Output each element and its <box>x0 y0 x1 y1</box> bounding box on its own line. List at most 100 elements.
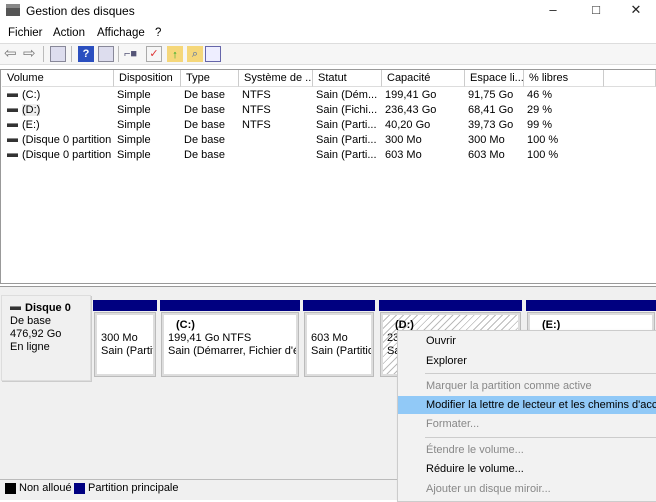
table-cell: Sain (Parti... <box>316 134 377 146</box>
table-cell: De base <box>184 119 225 131</box>
toolbar-separator <box>118 46 119 62</box>
table-cell: Simple <box>117 134 151 146</box>
volume-name: (Disque 0 partition... <box>22 149 111 161</box>
table-cell: Simple <box>117 149 151 161</box>
context-menu-item[interactable]: Marquer la partition comme active <box>398 377 656 395</box>
forward-icon[interactable]: ⇨ <box>23 46 39 62</box>
disk-state: En ligne <box>10 341 50 353</box>
menu-separator <box>425 437 656 438</box>
partition-bar <box>526 300 656 311</box>
table-cell: 199,41 Go <box>385 89 437 101</box>
maximize-button[interactable]: □ <box>576 0 616 22</box>
folder-up-icon[interactable]: ↑ <box>167 46 183 62</box>
menu-fichier[interactable]: Fichier <box>8 27 43 39</box>
context-menu-item[interactable]: Réduire le volume... <box>398 460 656 478</box>
table-cell: De base <box>184 104 225 116</box>
volume-icon <box>7 93 18 98</box>
table-cell: 100 % <box>527 149 559 161</box>
minimize-button[interactable]: – <box>533 0 573 22</box>
menu-action[interactable]: Action <box>53 27 85 39</box>
partition-l2: Sain (Partiti <box>101 345 155 357</box>
legend-primary: Partition principale <box>88 482 179 494</box>
column-header-4[interactable]: Statut <box>313 70 382 87</box>
console-tree-icon[interactable] <box>50 46 66 62</box>
partition-2[interactable]: 603 MoSain (Partition <box>304 312 374 377</box>
legend-unallocated: Non alloué <box>19 482 72 494</box>
table-cell: 91,75 Go <box>468 89 514 101</box>
column-header-3[interactable]: Système de ... <box>239 70 313 87</box>
table-cell: 603 Mo <box>468 149 505 161</box>
context-menu-item[interactable]: Étendre le volume... <box>398 441 656 459</box>
partition-1[interactable]: (C:) 199,41 Go NTFS Sain (Démarrer, Fichie… <box>161 312 299 377</box>
table-cell: 68,41 Go <box>468 104 514 116</box>
table-cell: 236,43 Go <box>385 104 437 116</box>
disk-management-icon <box>6 4 20 16</box>
table-cell: NTFS <box>242 104 271 116</box>
help-icon[interactable]: ? <box>78 46 94 62</box>
disk-type: De base <box>10 315 51 327</box>
disk-name: Disque 0 <box>25 302 71 314</box>
connect-drive-icon[interactable]: ⌐■ <box>124 46 140 62</box>
volume-name: (D:) <box>22 104 41 116</box>
close-button[interactable]: ✕ <box>616 0 656 22</box>
menu-affichage[interactable]: Affichage <box>97 27 145 39</box>
column-header-7[interactable]: % libres <box>524 70 604 87</box>
toolbar-separator <box>43 46 44 62</box>
table-cell: 100 % <box>527 134 559 146</box>
context-menu-item[interactable]: Ajouter un disque miroir... <box>398 480 656 498</box>
context-menu-item[interactable]: Explorer <box>398 352 656 370</box>
partition-0[interactable]: 300 Mo Sain (Partiti <box>94 312 156 377</box>
table-cell: Sain (Parti... <box>316 149 377 161</box>
table-cell: 29 % <box>527 104 553 116</box>
table-cell: De base <box>184 134 225 146</box>
volume-icon <box>7 123 18 128</box>
legend-unallocated-swatch <box>5 483 16 494</box>
column-header-1[interactable]: Disposition <box>114 70 181 87</box>
action-pane-icon[interactable] <box>98 46 114 62</box>
properties-icon[interactable] <box>205 46 221 62</box>
column-header-0[interactable]: Volume <box>2 70 114 87</box>
window-title: Gestion des disques <box>26 4 135 18</box>
volume-name: (C:) <box>22 89 41 101</box>
context-menu-item[interactable]: Modifier la lettre de lecteur et les che… <box>398 396 656 414</box>
table-cell: 300 Mo <box>385 134 422 146</box>
context-menu-item[interactable]: Formater... <box>398 415 656 433</box>
table-cell: (Disque 0 partition... <box>2 133 111 148</box>
partition-l1: 199,41 Go NTFS <box>168 332 252 344</box>
partition-name: (C:) <box>176 319 195 331</box>
context-menu-item[interactable]: Ouvrir <box>398 332 656 350</box>
checklist-icon[interactable]: ✓ <box>146 46 162 62</box>
partition-bar <box>93 300 157 311</box>
folder-search-icon[interactable]: ⌕ <box>187 46 203 62</box>
table-cell: Simple <box>117 119 151 131</box>
column-header-6[interactable]: Espace li... <box>465 70 524 87</box>
table-cell: 99 % <box>527 119 553 131</box>
disk-size: 476,92 Go <box>10 328 62 340</box>
partition-name <box>311 319 371 332</box>
table-cell <box>242 133 313 148</box>
disk-0-label[interactable]: Disque 0 De base 476,92 Go En ligne <box>1 295 91 381</box>
column-header-2[interactable]: Type <box>181 70 239 87</box>
menu-separator <box>425 373 656 374</box>
partition-l2: Sain (Partition <box>311 345 371 357</box>
partition-bar <box>379 300 522 311</box>
legend-primary-swatch <box>74 483 85 494</box>
volume-icon <box>7 108 18 113</box>
column-header-5[interactable]: Capacité <box>382 70 465 87</box>
volume-icon <box>7 153 18 158</box>
partition-l1: 300 Mo <box>101 332 138 344</box>
table-cell: Sain (Fichi... <box>316 104 378 116</box>
table-cell: Sain (Dém... <box>316 89 378 101</box>
back-icon[interactable]: ⇦ <box>4 46 20 62</box>
table-cell: (Disque 0 partition... <box>2 148 111 163</box>
table-cell: Simple <box>117 104 151 116</box>
table-cell: Sain (Parti... <box>316 119 377 131</box>
table-cell: De base <box>184 149 225 161</box>
table-cell <box>242 148 313 163</box>
menu-help[interactable]: ? <box>155 27 161 39</box>
volume-icon <box>7 138 18 143</box>
table-cell: 46 % <box>527 89 553 101</box>
table-cell: 39,73 Go <box>468 119 514 131</box>
partition-bar <box>303 300 375 311</box>
table-cell: (D:) <box>2 103 111 118</box>
